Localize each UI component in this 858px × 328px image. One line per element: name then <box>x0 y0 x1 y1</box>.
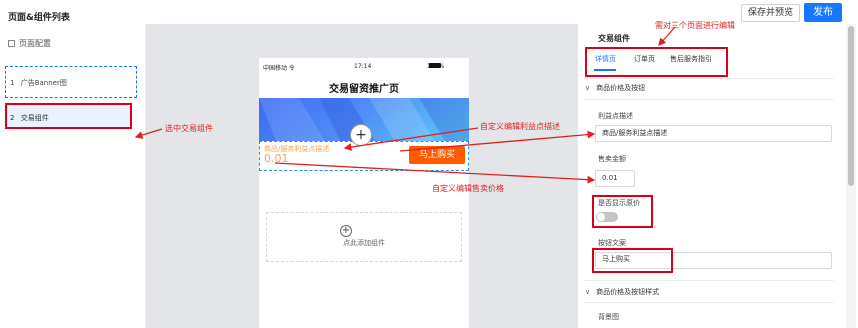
component-index: 2 <box>10 114 15 122</box>
plus-circle-icon[interactable]: + <box>340 225 352 237</box>
publish-button[interactable]: 发布 <box>804 3 842 22</box>
divider <box>584 280 834 281</box>
active-tab-indicator <box>594 69 616 71</box>
battery-icon <box>429 63 441 68</box>
annotation-custom-benefit: 自定义编辑利益点描述 <box>480 122 560 131</box>
scrollbar-thumb[interactable] <box>848 26 854 186</box>
button-text-label: 按钮文案 <box>598 239 626 247</box>
add-component-label: 点此添加组件 <box>343 239 385 247</box>
carrier-label: 中国移动 令 <box>263 65 295 72</box>
divider <box>584 302 834 303</box>
buy-now-button[interactable]: 马上购买 <box>409 146 465 164</box>
component-item-banner[interactable]: 1 广告Banner图 <box>5 66 137 98</box>
chevron-down-icon: ∨ <box>585 84 591 92</box>
benefit-label: 利益点描述 <box>598 112 633 120</box>
annotation-custom-price: 自定义编辑售卖价格 <box>432 184 504 193</box>
original-price-label: 是否显示原价 <box>598 199 640 207</box>
price-label: 售卖金额 <box>598 155 626 163</box>
tab-aftersales[interactable]: 售后服务指引 <box>670 54 712 64</box>
annotation-select-trade: 选中交易组件 <box>165 124 213 133</box>
trade-price: 0.01 <box>264 152 289 165</box>
panel-title: 页面&组件列表 <box>8 13 70 23</box>
time-label: 17:14 <box>354 63 372 70</box>
toggle-knob <box>597 213 605 221</box>
page-icon <box>8 40 15 47</box>
tab-order[interactable]: 订单页 <box>634 54 655 64</box>
add-component-area[interactable] <box>266 212 462 262</box>
page-config-item[interactable]: 页面配置 <box>8 38 51 49</box>
divider <box>584 99 834 100</box>
section-label: 商品价格及按钮 <box>596 84 646 92</box>
annotation-three-pages: 需对三个页面进行编辑 <box>655 21 735 30</box>
button-text-highlight: 马上购买 <box>592 248 673 273</box>
right-scrollbar[interactable] <box>846 24 856 328</box>
page-config-label: 页面配置 <box>19 39 51 48</box>
section-price-style[interactable]: ∨ 商品价格及按钮样式 <box>585 287 659 297</box>
component-item-trade[interactable]: 2 交易组件 <box>5 103 132 129</box>
tab-detail[interactable]: 详情页 <box>595 54 616 64</box>
chevron-down-icon: ∨ <box>585 288 591 296</box>
component-label: 交易组件 <box>20 114 49 122</box>
section-label: 商品价格及按钮样式 <box>596 288 660 296</box>
editor-root: 保存并预览 发布 页面&组件列表 页面配置 1 广告Banner图 2 交易组件… <box>0 0 858 328</box>
benefit-input[interactable]: 商品/服务利益点描述 <box>595 125 832 142</box>
section-price-button[interactable]: ∨ 商品价格及按钮 <box>585 83 645 93</box>
add-component-icon[interactable]: + <box>350 124 372 146</box>
original-price-toggle[interactable] <box>596 212 618 222</box>
phone-page-title: 交易留资推广页 <box>329 84 399 95</box>
component-index: 1 <box>10 79 15 87</box>
component-label: 广告Banner图 <box>20 79 67 87</box>
property-title: 交易组件 <box>598 34 630 43</box>
divider <box>584 78 834 79</box>
save-preview-button[interactable]: 保存并预览 <box>740 4 800 22</box>
background-label: 背景图 <box>598 313 619 321</box>
price-input[interactable]: 0.01 <box>595 170 635 187</box>
